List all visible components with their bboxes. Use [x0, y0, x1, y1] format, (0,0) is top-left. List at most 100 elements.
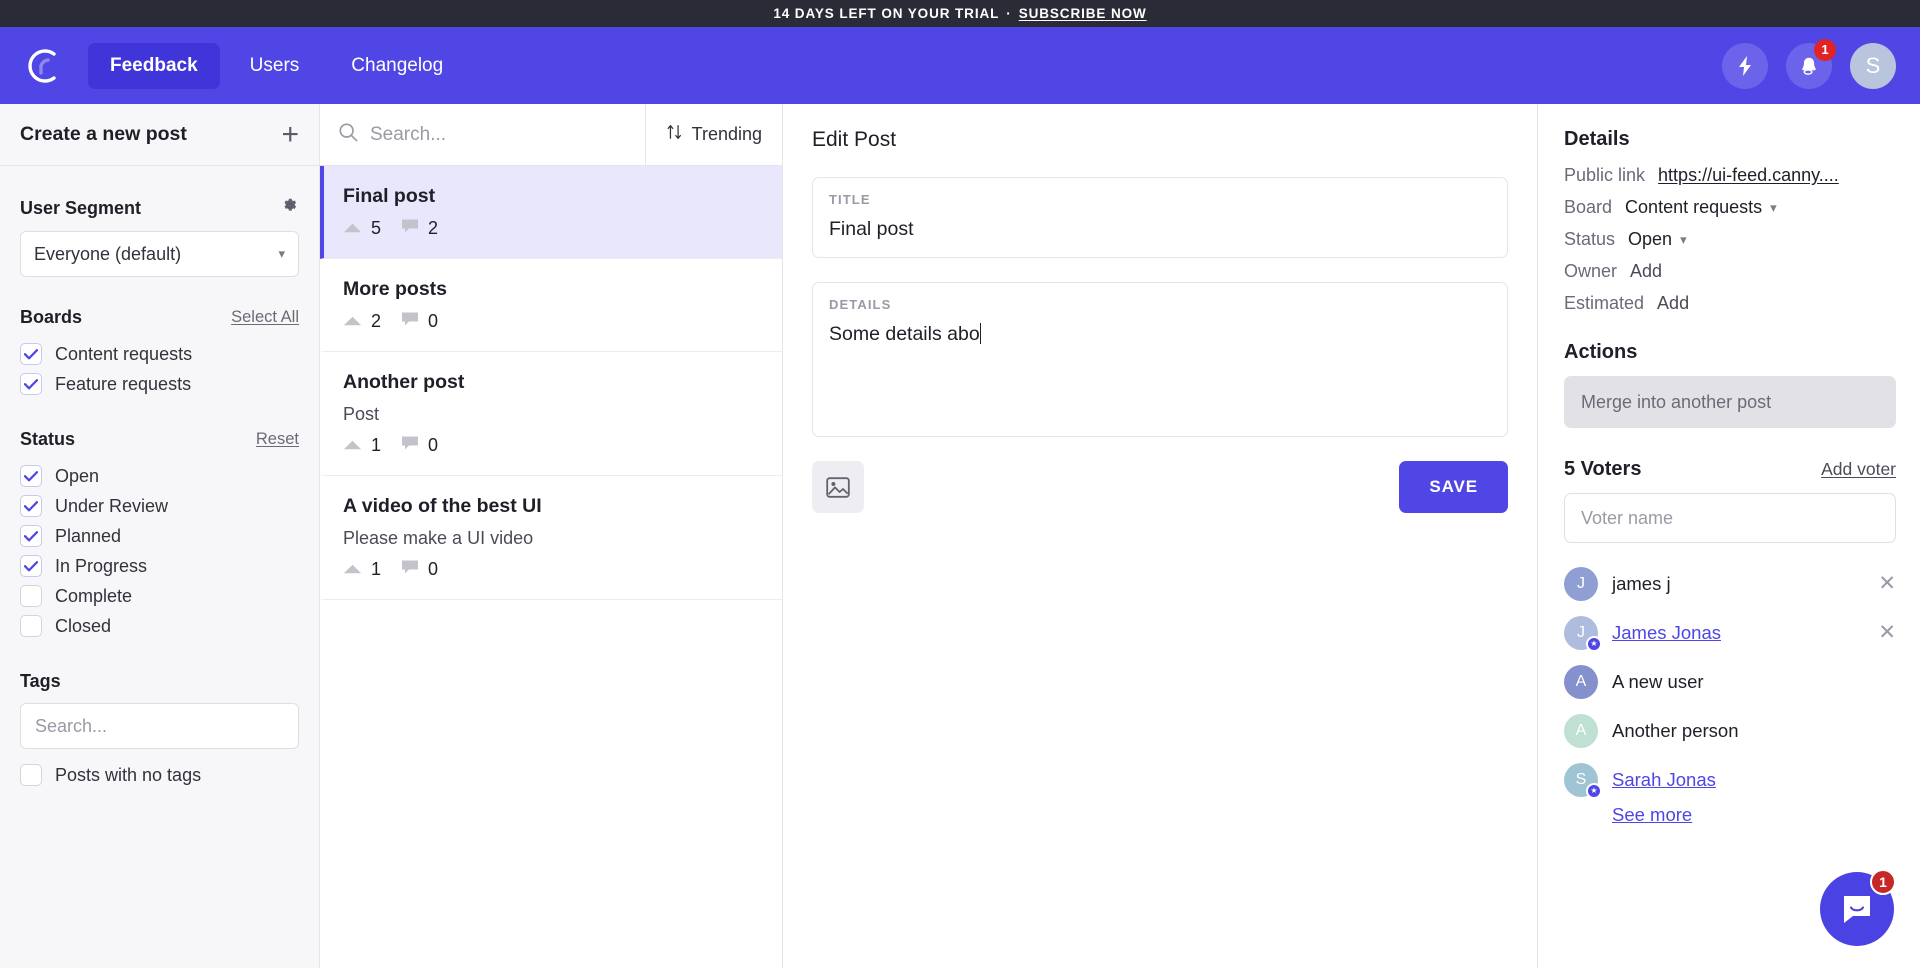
voter-name[interactable]: James Jonas [1612, 622, 1721, 644]
tags-section: Tags Search... Posts with no tags [0, 671, 319, 790]
checkbox-icon[interactable] [20, 465, 42, 487]
comment-count: 2 [428, 218, 439, 238]
bolt-icon[interactable] [1722, 42, 1768, 89]
post-list-item-more-posts[interactable]: More posts 2 0 [320, 259, 782, 352]
checkbox-icon[interactable] [20, 525, 42, 547]
save-button[interactable]: Save [1399, 461, 1508, 513]
create-new-post-label: Create a new post [20, 123, 187, 145]
estimated-add-button[interactable]: Add [1657, 293, 1689, 314]
status-checkbox-in-progress[interactable]: In Progress [20, 551, 299, 581]
voter-name[interactable]: Sarah Jonas [1612, 769, 1716, 791]
checkbox-icon[interactable] [20, 585, 42, 607]
status-reset-link[interactable]: Reset [256, 430, 299, 449]
text-cursor [979, 323, 981, 344]
merge-into-another-post-button[interactable]: Merge into another post [1564, 376, 1896, 428]
upvote-icon [343, 218, 362, 239]
intercom-unread-badge: 1 [1870, 869, 1896, 895]
post-list-item-a-video-of-the-best-ui[interactable]: A video of the best UI Please make a UI … [320, 476, 782, 600]
post-snippet: Please make a UI video [343, 528, 534, 548]
avatar: J ★ [1564, 615, 1602, 652]
checkbox-icon[interactable] [20, 343, 42, 365]
post-meta: 1 0 [343, 435, 762, 456]
comment-icon [401, 311, 419, 332]
status-label: Closed [55, 615, 112, 636]
voters-count-label: 5 Voters [1564, 458, 1642, 480]
details-field[interactable]: DETAILS Some details abo [812, 282, 1508, 437]
image-icon[interactable] [812, 461, 864, 513]
voter-name-placeholder: Voter name [1581, 507, 1674, 528]
vote-count-group: 1 [343, 559, 381, 580]
star-badge-icon: ★ [1586, 635, 1602, 652]
details-field-value-wrap[interactable]: Some details abo [829, 323, 1491, 346]
chevron-down-icon: ▾ [278, 246, 285, 261]
plus-icon[interactable]: + [281, 119, 299, 150]
board-checkbox-feature-requests[interactable]: Feature requests [20, 369, 299, 399]
nav-link-feedback[interactable]: Feedback [88, 42, 220, 89]
status-label: Complete [55, 585, 133, 606]
sort-trending-button[interactable]: Trending [646, 104, 782, 165]
post-snippet: Post [343, 404, 380, 424]
checkbox-icon[interactable] [20, 495, 42, 517]
details-field-label: DETAILS [829, 297, 892, 312]
post-search-placeholder: Search... [370, 123, 447, 145]
title-field-value[interactable]: Final post [829, 218, 1491, 241]
post-list-header: Search... Trending [320, 104, 782, 166]
see-more-voters-link[interactable]: See more [1612, 804, 1692, 825]
nav-link-users[interactable]: Users [228, 43, 322, 89]
nav-right-controls: 1 S [1722, 38, 1896, 89]
checkbox-icon[interactable] [20, 373, 42, 395]
status-checkbox-under-review[interactable]: Under Review [20, 491, 299, 521]
post-search-input[interactable]: Search... [320, 104, 646, 165]
details-field-value: Some details abo [829, 323, 980, 345]
editor-action-row: Save [812, 461, 1508, 513]
user-segment-selected-value: Everyone (default) [34, 243, 182, 264]
status-checkbox-complete[interactable]: Complete [20, 581, 299, 611]
comment-count-group: 0 [401, 435, 438, 456]
estimated-key: Estimated [1564, 293, 1645, 313]
trial-banner: 14 DAYS LEFT ON YOUR TRIAL · SUBSCRIBE N… [0, 0, 1920, 27]
bell-icon[interactable]: 1 [1786, 38, 1836, 89]
user-avatar[interactable]: S [1850, 42, 1896, 89]
gear-icon[interactable] [280, 196, 299, 220]
title-field[interactable]: TITLE Final post [812, 177, 1508, 258]
status-checkbox-planned[interactable]: Planned [20, 521, 299, 551]
nav-link-changelog[interactable]: Changelog [329, 43, 465, 89]
voter-row-james-j: J james j ✕ [1564, 559, 1896, 608]
status-checkbox-closed[interactable]: Closed [20, 611, 299, 641]
intercom-chat-button[interactable]: 1 [1820, 869, 1896, 946]
add-voter-link[interactable]: Add voter [1821, 459, 1896, 480]
actions-heading: Actions [1564, 341, 1638, 363]
public-link-value[interactable]: https://ui-feed.canny.... [1658, 165, 1839, 186]
checkbox-icon[interactable] [20, 615, 42, 637]
owner-add-button[interactable]: Add [1630, 261, 1662, 282]
post-list-column: Search... Trending Final post 5 2 More p… [320, 104, 783, 968]
voter-name-input[interactable]: Voter name [1564, 493, 1896, 543]
checkbox-icon[interactable] [20, 764, 42, 786]
remove-voter-icon[interactable]: ✕ [1878, 571, 1896, 596]
subscribe-now-link[interactable]: SUBSCRIBE NOW [1019, 6, 1147, 21]
remove-voter-icon[interactable]: ✕ [1878, 620, 1896, 645]
canny-logo-icon[interactable] [18, 43, 64, 89]
post-list-item-another-post[interactable]: Another post Post 1 0 [320, 352, 782, 476]
tags-search-input[interactable]: Search... [20, 703, 299, 749]
post-title: More posts [343, 278, 448, 300]
notification-badge: 1 [1814, 38, 1836, 61]
avatar: A [1564, 713, 1598, 748]
create-new-post-button[interactable]: Create a new post + [0, 104, 319, 166]
status-checkbox-open[interactable]: Open [20, 461, 299, 491]
boards-select-all-link[interactable]: Select All [231, 308, 299, 327]
post-title: Another post [343, 371, 465, 393]
post-details-panel: Details Public link https://ui-feed.cann… [1538, 104, 1920, 968]
status-select[interactable]: Open ▾ [1628, 229, 1687, 250]
checkbox-icon[interactable] [20, 555, 42, 577]
post-list-item-final-post[interactable]: Final post 5 2 [320, 166, 782, 259]
board-value: Content requests [1625, 197, 1763, 217]
vote-count: 5 [371, 218, 382, 238]
tags-checkbox-no-tags[interactable]: Posts with no tags [20, 760, 299, 790]
board-select[interactable]: Content requests ▾ [1625, 197, 1777, 218]
upvote-icon [343, 559, 362, 580]
board-checkbox-content-requests[interactable]: Content requests [20, 339, 299, 369]
voter-row-a-new-user: A A new user [1564, 657, 1896, 706]
comment-count: 0 [428, 559, 439, 579]
user-segment-select[interactable]: Everyone (default) ▾ [20, 231, 299, 277]
